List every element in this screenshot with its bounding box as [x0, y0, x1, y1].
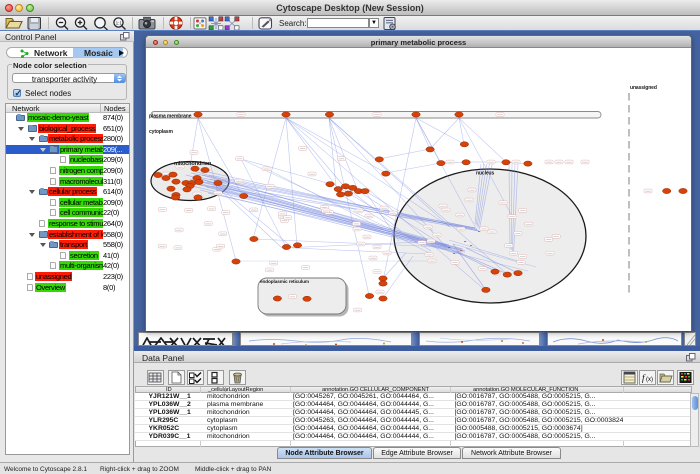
svg-text:plasma membrane: plasma membrane	[149, 114, 192, 120]
svg-text:cytoplasm: cytoplasm	[149, 129, 173, 135]
svg-text:nucleus: nucleus	[476, 171, 495, 177]
svg-text:(x): (x)	[646, 377, 653, 383]
svg-text:mitochondrion: mitochondrion	[174, 161, 212, 167]
svg-text:unassigned: unassigned	[630, 85, 657, 91]
svg-text:1:1: 1:1	[116, 21, 123, 26]
svg-text:endoplasmic reticulum: endoplasmic reticulum	[260, 279, 309, 284]
